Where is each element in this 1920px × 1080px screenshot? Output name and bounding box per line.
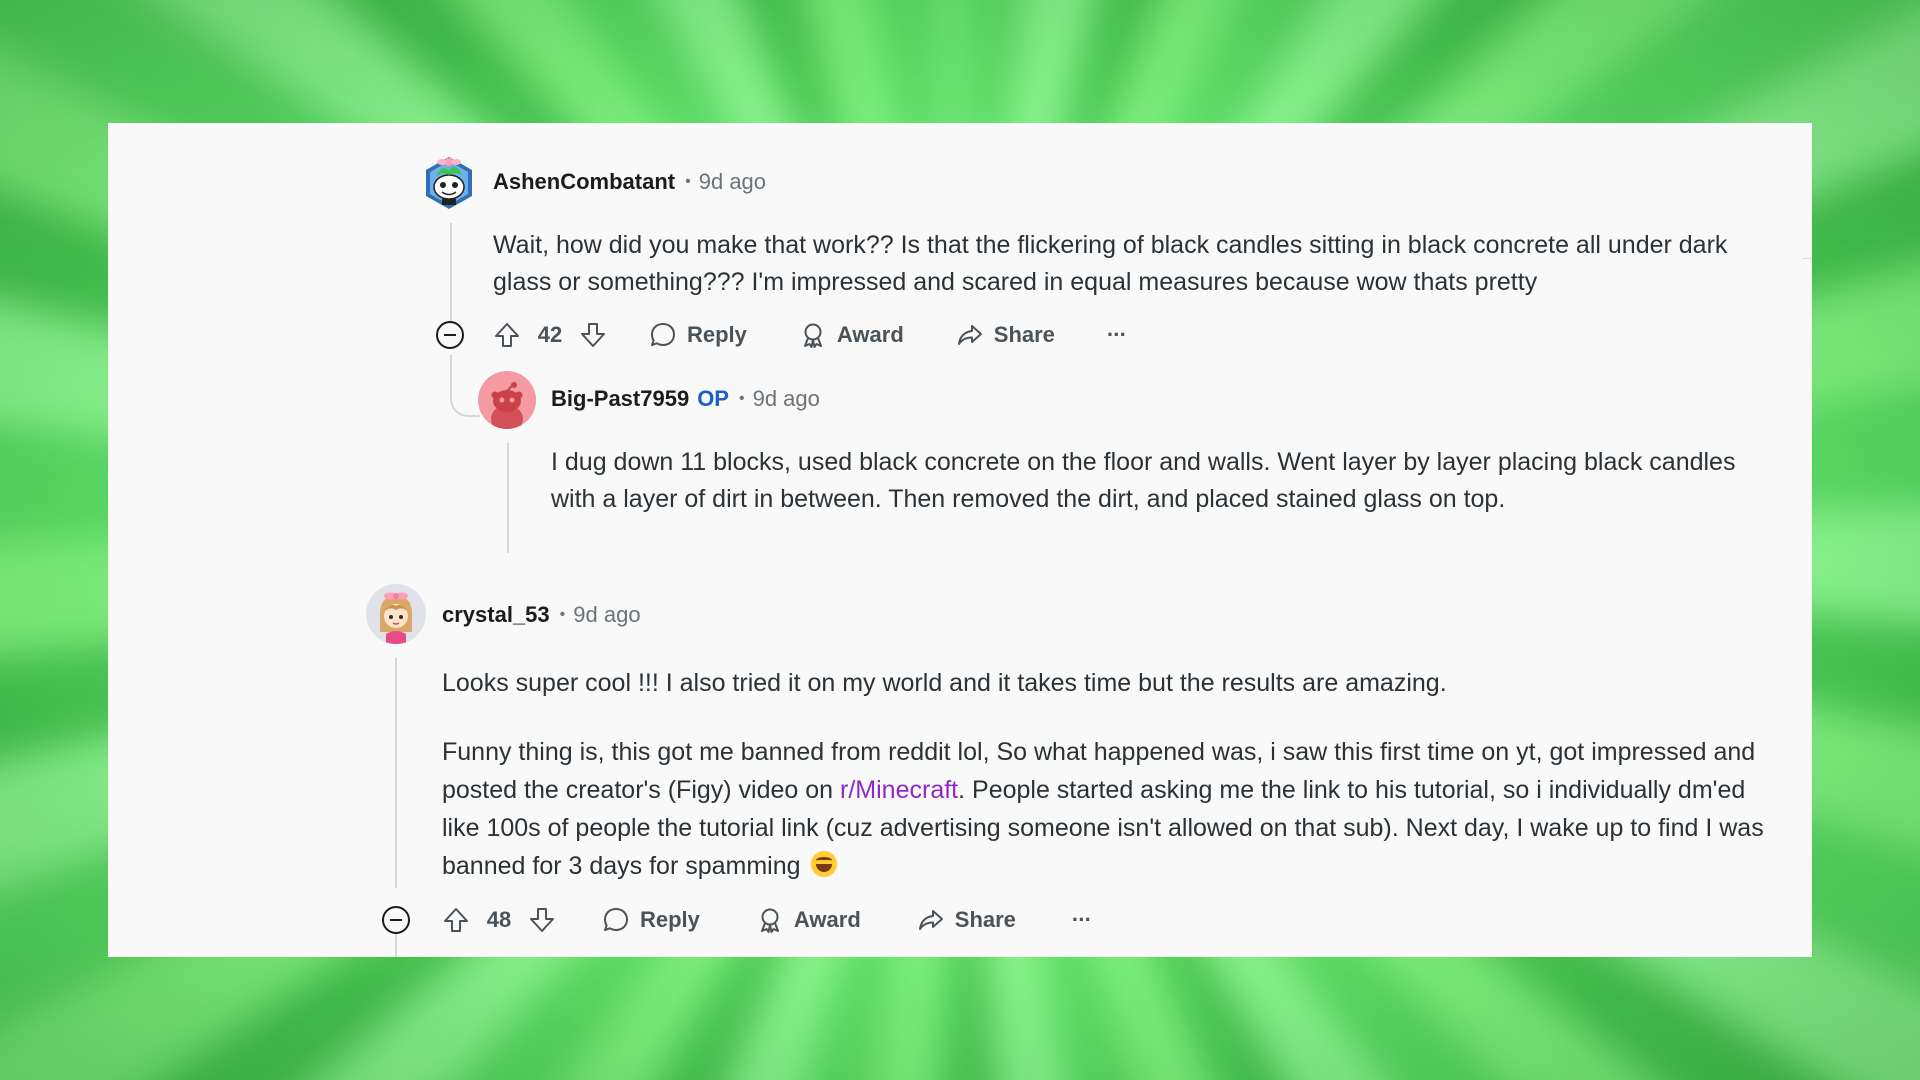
comment-paragraph-1: Looks super cool !!! I also tried it on … [442,669,1447,697]
vote-count: 48 [486,907,512,932]
vote-group: 42 [493,321,607,349]
share-label: Share [954,907,1016,932]
reply-button[interactable]: Reply [602,906,700,934]
comment-time: 9d ago [698,169,767,194]
avatar[interactable] [422,153,476,213]
award-icon [760,908,779,933]
vote-count: 42 [537,322,563,347]
thread-line-comment-3 [395,658,397,888]
ellipsis-icon: ··· [1071,907,1092,932]
comment-meta: Big-Past7959 OP • 9d ago [551,384,820,414]
share-icon [918,910,943,930]
award-button[interactable]: Award [799,321,904,349]
share-icon [957,325,982,345]
share-button[interactable]: Share [917,906,1016,934]
comment-body: Looks super cool !!! I also tried it on … [442,664,1782,885]
author-name[interactable]: AshenCombatant [493,169,675,195]
share-label: Share [993,322,1055,347]
subreddit-link[interactable]: r/Minecraft [840,776,958,804]
comment-actions: 48 Reply Award Share ··· [442,900,1092,940]
upvote-icon[interactable] [493,321,521,349]
thread-line-reply [507,443,509,553]
award-button[interactable]: Award [756,906,861,934]
vote-group: 48 [442,906,556,934]
comment-actions: 42 Reply Award Share ··· [493,315,1127,355]
comment-body: Wait, how did you make that work?? Is th… [493,227,1783,301]
share-button[interactable]: Share [956,321,1055,349]
award-label: Award [793,907,861,932]
upvote-icon[interactable] [442,906,470,934]
author-name[interactable]: crystal_53 [442,602,550,628]
more-options-button[interactable]: ··· [1106,322,1127,348]
comment-time: 9d ago [573,602,641,627]
avatar[interactable] [478,371,536,429]
reply-label: Reply [640,907,700,932]
downvote-icon[interactable] [579,321,607,349]
award-icon [803,323,822,348]
comment-text: Wait, how did you make that work?? Is th… [493,231,1728,296]
more-options-button[interactable]: ··· [1071,907,1092,933]
comment-body: I dug down 11 blocks, used black concret… [551,444,1761,518]
award-label: Award [836,322,904,347]
collapse-thread-icon[interactable] [435,320,465,350]
comment-time: 9d ago [752,386,820,411]
laughing-emoji-icon [811,851,838,877]
comment-thread-card: AshenCombatant • 9d ago Wait, how did yo… [108,123,1812,957]
meta-separator: • [738,390,745,407]
meta-separator: • [685,173,691,190]
meta-separator: • [559,606,566,623]
downvote-icon[interactable] [528,906,556,934]
comment-meta: AshenCombatant • 9d ago [493,167,766,197]
comment-paragraph-2: Funny thing is, this got me banned from … [442,733,1782,885]
ellipsis-icon: ··· [1106,322,1127,347]
default-snoo-avatar-icon [491,382,523,429]
op-badge: OP [697,386,729,411]
snoo-avatar-icon [426,157,472,209]
reply-icon [651,323,675,346]
comment-meta: crystal_53 • 9d ago [442,600,641,630]
comment-text: I dug down 11 blocks, used black concret… [551,448,1736,513]
reply-label: Reply [687,322,747,347]
avatar[interactable] [366,584,426,644]
thread-connector-reply [450,355,480,417]
collapse-thread-icon[interactable] [381,905,411,935]
reply-icon [604,908,628,931]
reply-button[interactable]: Reply [649,321,747,349]
author-name[interactable]: Big-Past7959 [551,386,689,412]
scroll-edge [1802,258,1812,259]
girl-avatar-icon [380,592,412,644]
